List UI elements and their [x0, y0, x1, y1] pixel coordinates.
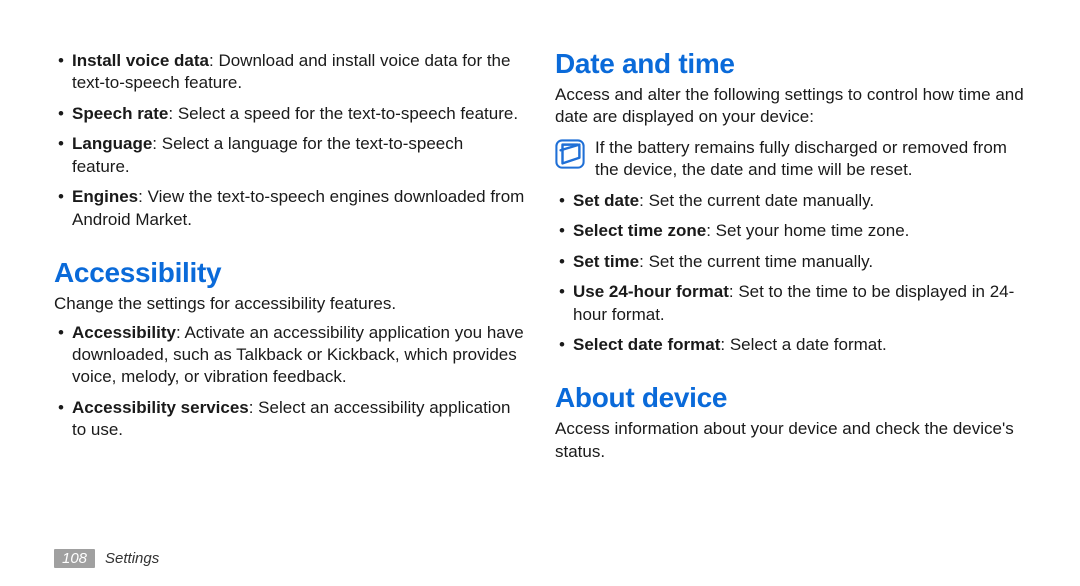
option-desc: : Select a date format.: [720, 335, 886, 354]
info-note: If the battery remains fully discharged …: [555, 137, 1026, 182]
option-desc: : Select a speed for the text-to-speech …: [168, 104, 518, 123]
list-item: Accessibility services: Select an access…: [54, 397, 525, 442]
option-desc: : View the text-to-speech engines downlo…: [72, 187, 524, 228]
option-term: Accessibility: [72, 323, 176, 342]
option-term: Engines: [72, 187, 138, 206]
option-term: Set date: [573, 191, 639, 210]
option-term: Speech rate: [72, 104, 168, 123]
option-desc: : Set the current time manually.: [639, 252, 873, 271]
date-time-list: Set date: Set the current date manually.…: [555, 190, 1026, 357]
page-number: 108: [54, 549, 95, 568]
section-label: Settings: [105, 550, 159, 567]
accessibility-heading: Accessibility: [54, 257, 525, 289]
about-device-intro: Access information about your device and…: [555, 418, 1026, 463]
list-item: Language: Select a language for the text…: [54, 133, 525, 178]
list-item: Engines: View the text-to-speech engines…: [54, 186, 525, 231]
page-footer: 108 Settings: [54, 549, 159, 568]
date-time-intro: Access and alter the following settings …: [555, 84, 1026, 129]
option-term: Select date format: [573, 335, 720, 354]
tts-options-list: Install voice data: Download and install…: [54, 50, 525, 231]
right-column: Date and time Access and alter the follo…: [555, 48, 1026, 540]
option-term: Use 24-hour format: [573, 282, 729, 301]
accessibility-list: Accessibility: Activate an accessibility…: [54, 322, 525, 442]
date-time-heading: Date and time: [555, 48, 1026, 80]
option-desc: : Set your home time zone.: [706, 221, 909, 240]
list-item: Set date: Set the current date manually.: [555, 190, 1026, 212]
list-item: Use 24-hour format: Set to the time to b…: [555, 281, 1026, 326]
list-item: Speech rate: Select a speed for the text…: [54, 103, 525, 125]
option-term: Select time zone: [573, 221, 706, 240]
option-term: Language: [72, 134, 152, 153]
note-icon: [555, 139, 585, 169]
about-device-heading: About device: [555, 382, 1026, 414]
list-item: Set time: Set the current time manually.: [555, 251, 1026, 273]
note-text: If the battery remains fully discharged …: [595, 137, 1026, 182]
option-term: Set time: [573, 252, 639, 271]
option-desc: : Set the current date manually.: [639, 191, 874, 210]
list-item: Accessibility: Activate an accessibility…: [54, 322, 525, 389]
list-item: Select date format: Select a date format…: [555, 334, 1026, 356]
option-term: Install voice data: [72, 51, 209, 70]
page-content: Install voice data: Download and install…: [0, 0, 1080, 540]
list-item: Install voice data: Download and install…: [54, 50, 525, 95]
accessibility-intro: Change the settings for accessibility fe…: [54, 293, 525, 315]
option-term: Accessibility services: [72, 398, 249, 417]
left-column: Install voice data: Download and install…: [54, 48, 525, 540]
list-item: Select time zone: Set your home time zon…: [555, 220, 1026, 242]
